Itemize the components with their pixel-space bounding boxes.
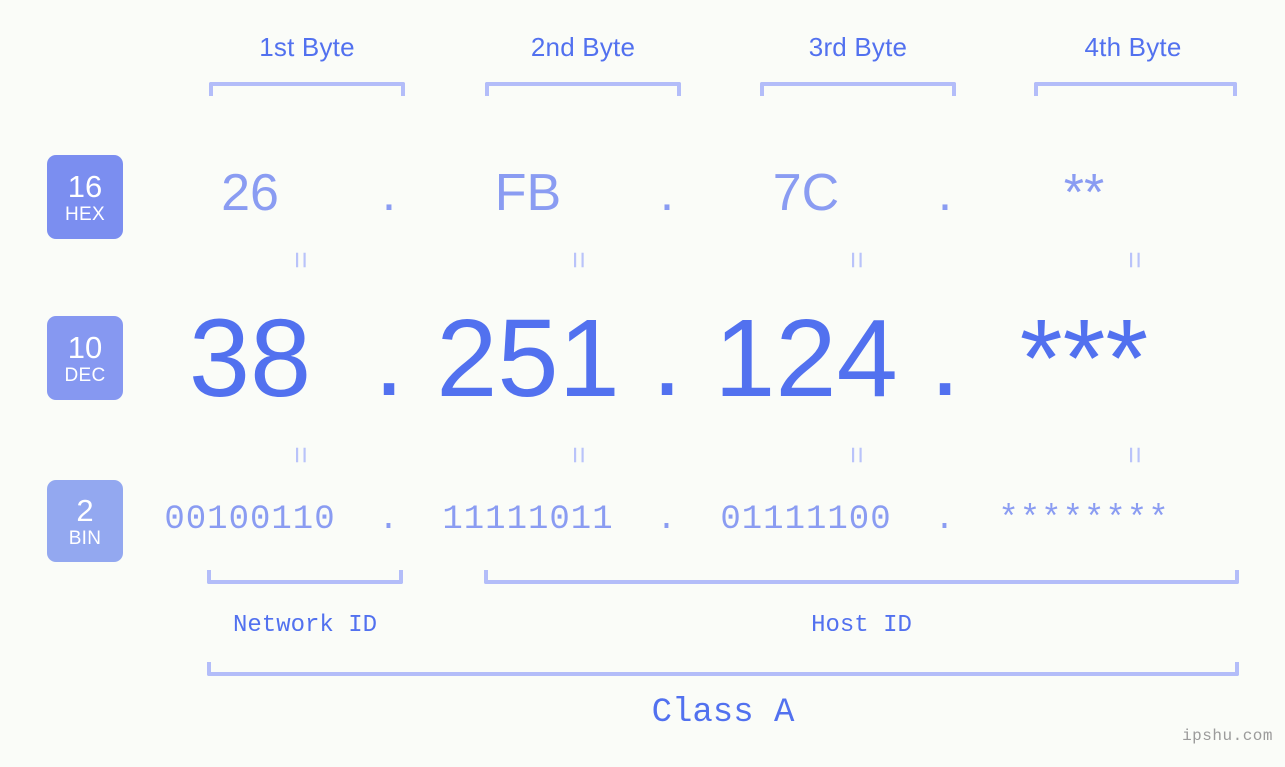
byte-header-2: 2nd Byte [530,32,636,62]
base-badge-dec: 10 DEC [47,316,123,400]
network-id-label: Network ID [232,612,378,639]
bin-separator-1: . [378,501,400,539]
base-badge-dec-abbr: DEC [64,364,106,386]
base-badge-hex-abbr: HEX [65,203,105,225]
hex-byte-3: 7C [772,164,840,222]
base-badge-bin: 2 BIN [47,480,123,562]
bin-byte-2: 11111011 [442,501,614,539]
dec-byte-4: *** [1019,296,1149,420]
dec-byte-3: 124 [714,296,898,420]
base-badge-hex-number: 16 [67,168,103,204]
byte-bracket-3 [760,82,956,96]
hex-separator-1: . [381,163,397,222]
base-badge-bin-number: 2 [76,492,94,528]
byte-header-4: 4th Byte [1084,32,1182,62]
byte-bracket-2 [485,82,681,96]
dec-separator-3: . [929,295,961,419]
hex-separator-2: . [659,163,675,222]
host-id-bracket [484,570,1239,584]
bin-separator-3: . [934,501,956,539]
network-id-bracket [207,570,403,584]
byte-header-3: 3rd Byte [808,32,908,62]
bin-byte-1: 00100110 [164,501,336,539]
bin-value-row: 00100110 . 11111011 . 01111100 . *******… [150,490,1285,550]
bin-byte-4: ******** [998,501,1170,539]
class-bracket [207,662,1239,676]
dec-byte-2: 251 [436,296,620,420]
base-badge-dec-number: 10 [67,329,103,365]
hex-byte-4: ** [1063,164,1105,222]
watermark: ipshu.com [1182,727,1273,745]
bin-separator-2: . [656,501,678,539]
dec-separator-2: . [651,295,683,419]
hex-separator-3: . [937,163,953,222]
byte-bracket-1 [209,82,405,96]
dec-byte-1: 38 [188,296,312,420]
dec-separator-1: . [373,295,405,419]
class-label: Class A [651,694,795,732]
hex-byte-1: 26 [221,164,279,222]
ip-byte-diagram: 1st Byte 2nd Byte 3rd Byte 4th Byte 16 H… [0,0,1285,767]
dec-value-row: 38 . 251 . 124 . *** [150,288,1285,428]
byte-bracket-4 [1034,82,1237,96]
base-badge-bin-abbr: BIN [68,527,102,549]
host-id-label: Host ID [811,612,912,639]
hex-byte-2: FB [494,164,562,222]
byte-header-1: 1st Byte [259,32,355,62]
base-badge-hex: 16 HEX [47,155,123,239]
bin-byte-3: 01111100 [720,501,892,539]
hex-value-row: 26 . FB . 7C . ** [150,148,1285,238]
